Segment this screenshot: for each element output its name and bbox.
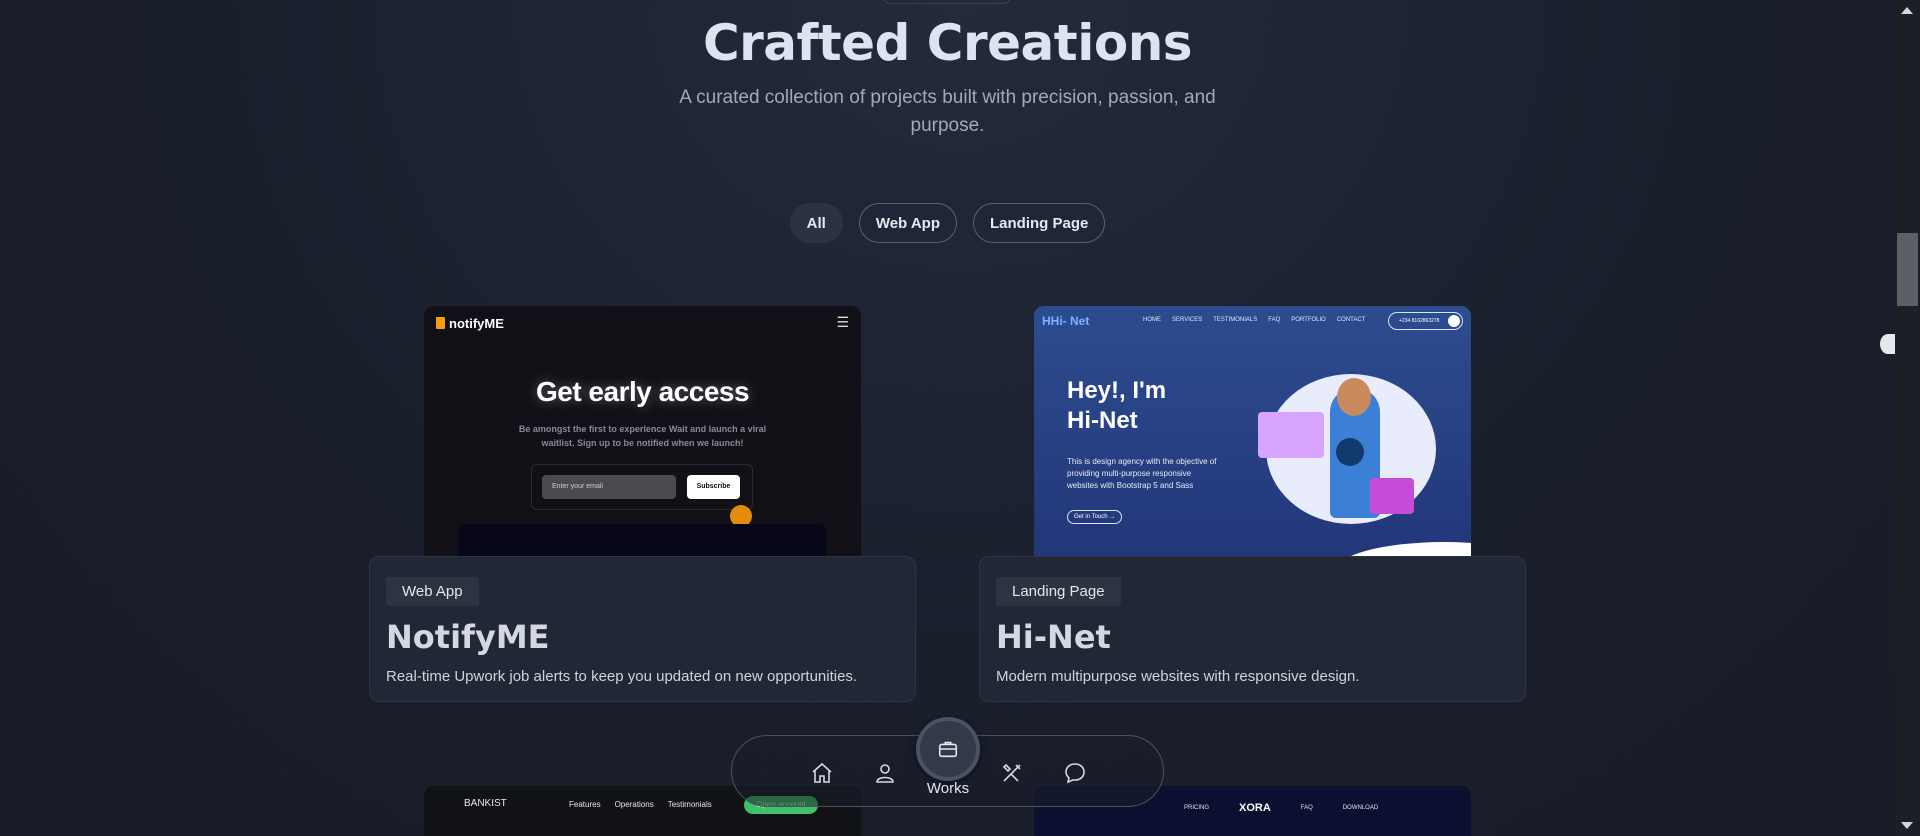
bankist-nav: Features Operations Testimonials — [569, 800, 712, 809]
notifyme-text: Be amongst the first to experience Wait … — [518, 424, 767, 448]
project-title: Hi-Net — [996, 618, 1111, 656]
illustration-window — [1370, 478, 1414, 514]
tools-icon[interactable] — [1000, 761, 1024, 785]
hinet-get-in-touch-button: Get in Touch → — [1067, 510, 1123, 524]
xora-nav-item: DOWNLOAD — [1342, 805, 1379, 811]
bankist-nav-item: Features — [569, 800, 601, 809]
project-title: NotifyME — [386, 618, 550, 656]
hinet-nav-item: HOME — [1143, 317, 1161, 323]
xora-logo: XORA — [1239, 802, 1271, 814]
scroll-up-arrow-icon[interactable] — [1901, 7, 1913, 14]
bankist-nav-item: Operations — [614, 800, 654, 809]
hinet-nav-item: CONTACT — [1336, 317, 1366, 323]
works-button[interactable] — [916, 717, 980, 781]
hinet-preview-image[interactable]: HHi- Net HOME SERVICES TESTIMONIALS FAQ … — [1034, 306, 1471, 556]
project-tag: Landing Page — [996, 577, 1121, 606]
xora-nav-item: PRICING — [1184, 805, 1210, 811]
chat-icon[interactable] — [1063, 761, 1087, 785]
scrollbar-track[interactable] — [1895, 0, 1920, 836]
briefcase-icon — [938, 741, 958, 758]
menu-icon: ☰ — [836, 314, 849, 330]
hinet-nav-item: FAQ — [1268, 317, 1281, 323]
project-card-notifyme[interactable]: Web App NotifyME Real-time Upwork job al… — [369, 556, 916, 702]
hinet-nav-item: SERVICES — [1172, 317, 1203, 323]
project-description: Real-time Upwork job alerts to keep you … — [386, 668, 858, 685]
dark-panel-decoration — [458, 524, 826, 556]
project-tag: Web App — [386, 577, 479, 606]
filter-all-button[interactable]: All — [789, 203, 843, 243]
hinet-nav: HOME SERVICES TESTIMONIALS FAQ PORTFOLIO… — [1143, 317, 1365, 323]
bankist-logo: BANKIST — [464, 798, 507, 809]
xora-nav: PRICING XORA FAQ DOWNLOAD — [1184, 802, 1378, 814]
user-icon[interactable] — [873, 761, 897, 785]
page-subtitle: A curated collection of projects built w… — [679, 87, 1216, 136]
hinet-logo: HHi- Net — [1042, 314, 1090, 328]
hinet-nav-item: TESTIMONIALS — [1213, 317, 1258, 323]
home-icon[interactable] — [810, 761, 834, 785]
phone-icon — [1448, 315, 1460, 327]
project-description: Modern multipurpose websites with respon… — [996, 668, 1360, 685]
notifyme-preview-image[interactable]: notifyME ☰ Get early access Be amongst t… — [424, 306, 861, 556]
illustration-window — [1258, 412, 1324, 458]
notifyme-subscribe-button: Subscribe — [687, 475, 740, 499]
play-icon — [1336, 438, 1364, 466]
xora-nav-item: FAQ — [1300, 805, 1313, 811]
side-toggle-handle[interactable] — [1880, 334, 1896, 354]
hinet-nav-item: PORTFOLIO — [1291, 317, 1326, 323]
hinet-phone-pill: +234 8162863278 — [1388, 312, 1463, 330]
project-card-hinet[interactable]: Landing Page Hi-Net Modern multipurpose … — [979, 556, 1526, 702]
notifyme-email-field: Enter your email — [542, 475, 676, 499]
filter-web-app-button[interactable]: Web App — [858, 203, 957, 243]
scroll-down-arrow-icon[interactable] — [1901, 822, 1913, 829]
notifyme-form: Enter your email Subscribe — [531, 464, 753, 510]
scrollbar-thumb[interactable] — [1897, 233, 1918, 306]
notifyme-heading: Get early access — [535, 376, 750, 407]
works-label: Works — [926, 780, 970, 797]
page-title: Crafted Creations — [702, 14, 1193, 72]
filter-bar: All Web App Landing Page — [0, 203, 1895, 243]
top-pill-decoration — [882, 0, 1012, 4]
wave-decoration — [1334, 542, 1471, 556]
bankist-nav-item: Testimonials — [667, 800, 712, 809]
illustration-head — [1337, 378, 1371, 416]
hinet-text: This is design agency with the objective… — [1067, 457, 1217, 490]
notifyme-logo: notifyME — [436, 316, 504, 331]
hinet-heading: Hey!, I'm Hi-Net — [1067, 377, 1167, 434]
filter-landing-page-button[interactable]: Landing Page — [973, 203, 1106, 243]
